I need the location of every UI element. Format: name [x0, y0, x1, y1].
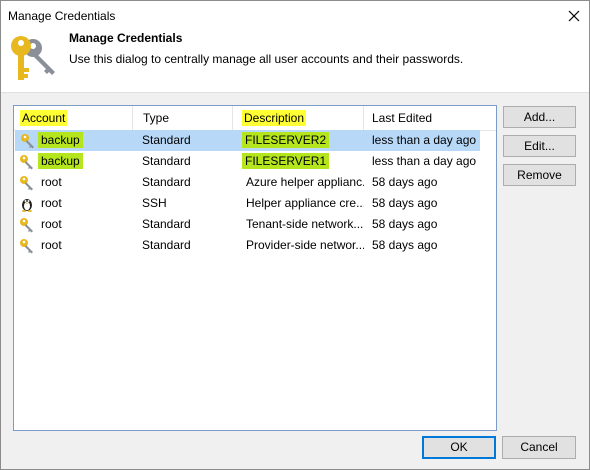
cell-type: Standard	[142, 175, 191, 189]
cell-account: backup	[38, 151, 83, 172]
cell-description: FILESERVER1	[242, 151, 330, 172]
column-label-last-edited: Last Edited	[372, 111, 433, 125]
cell-account: root	[41, 238, 62, 252]
linux-penguin-icon	[22, 199, 32, 212]
column-divider[interactable]	[232, 106, 233, 130]
cell-last-edited: 58 days ago	[372, 238, 438, 252]
cell-type: Standard	[142, 238, 191, 252]
column-divider[interactable]	[132, 106, 133, 130]
cell-account: root	[41, 196, 62, 210]
cancel-button[interactable]: Cancel	[502, 436, 576, 459]
key-icon	[20, 155, 33, 170]
table-row[interactable]: backup Standard FILESERVER1 less than a …	[14, 151, 481, 172]
cell-description: FILESERVER2	[242, 130, 330, 151]
column-header-description[interactable]: Description	[236, 106, 364, 130]
column-header-account[interactable]: Account	[14, 106, 132, 130]
edit-button[interactable]: Edit...	[503, 135, 576, 157]
cell-type: Standard	[142, 133, 191, 147]
key-icon	[21, 134, 34, 149]
key-icon	[20, 239, 33, 254]
table-row[interactable]: root Standard Tenant-side network... 58 …	[14, 214, 481, 235]
cell-last-edited: less than a day ago	[372, 154, 477, 168]
dialog-body: Account Type Description Last Edited bac…	[1, 92, 589, 469]
column-label-type: Type	[143, 111, 170, 125]
cell-description: Azure helper applianc...	[246, 175, 364, 189]
remove-button[interactable]: Remove	[503, 164, 576, 186]
header-title: Manage Credentials	[69, 31, 183, 45]
column-label-account: Account	[20, 110, 68, 126]
close-icon	[568, 10, 580, 22]
cell-description: Provider-side networ...	[246, 238, 364, 252]
cell-type: SSH	[142, 196, 167, 210]
cell-last-edited: 58 days ago	[372, 217, 438, 231]
cell-account: root	[41, 217, 62, 231]
column-header-type[interactable]: Type	[137, 106, 235, 130]
list-header: Account Type Description Last Edited	[14, 106, 496, 131]
column-divider[interactable]	[363, 106, 364, 130]
cell-type: Standard	[142, 217, 191, 231]
cell-last-edited: 58 days ago	[372, 175, 438, 189]
column-label-description: Description	[242, 110, 307, 126]
table-row[interactable]: root Standard Azure helper applianc... 5…	[14, 172, 481, 193]
manage-credentials-dialog: Manage Credentials Manage Credentials Us…	[0, 0, 590, 470]
header-subtitle: Use this dialog to centrally manage all …	[69, 52, 464, 66]
cell-last-edited: 58 days ago	[372, 196, 438, 210]
ok-button[interactable]: OK	[422, 436, 496, 459]
close-button[interactable]	[559, 1, 589, 31]
cell-description: Helper appliance cre...	[246, 196, 364, 210]
cell-type: Standard	[142, 154, 191, 168]
key-icon	[20, 218, 33, 233]
cell-last-edited: less than a day ago	[372, 133, 477, 147]
keys-icon	[11, 36, 55, 80]
cell-description: Tenant-side network...	[246, 217, 364, 231]
window-title: Manage Credentials	[8, 9, 116, 23]
key-icon	[20, 176, 33, 191]
credentials-list[interactable]: Account Type Description Last Edited bac…	[13, 105, 497, 431]
table-row[interactable]: root SSH Helper appliance cre... 58 days…	[14, 193, 481, 214]
cell-account: backup	[38, 130, 83, 151]
table-row[interactable]: backup Standard FILESERVER2 less than a …	[15, 130, 480, 151]
title-bar[interactable]: Manage Credentials	[1, 1, 589, 31]
column-header-last-edited[interactable]: Last Edited	[366, 106, 484, 130]
add-button[interactable]: Add...	[503, 106, 576, 128]
table-row[interactable]: root Standard Provider-side networ... 58…	[14, 235, 481, 256]
cell-account: root	[41, 175, 62, 189]
